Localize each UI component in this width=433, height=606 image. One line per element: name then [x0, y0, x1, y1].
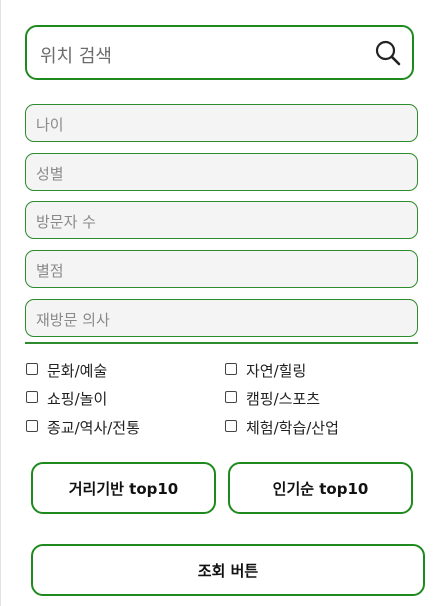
category-label: 문화/예술	[47, 362, 108, 380]
gender-field-placeholder: 성별	[36, 165, 64, 183]
rating-field[interactable]: 별점	[25, 250, 418, 288]
revisit-intent-field[interactable]: 재방문 의사	[25, 299, 418, 337]
category-label: 자연/힐링	[246, 362, 307, 380]
checkbox-icon[interactable]	[225, 420, 237, 432]
category-label: 체험/학습/산업	[246, 419, 339, 437]
popular-top10-button[interactable]: 인기순 top10	[228, 462, 413, 514]
category-label: 쇼핑/놀이	[47, 390, 108, 408]
search-placeholder: 위치 검색	[40, 46, 112, 67]
frame-border	[0, 0, 1, 606]
age-field-placeholder: 나이	[36, 116, 64, 134]
checkbox-icon[interactable]	[225, 391, 237, 403]
revisit-intent-field-placeholder: 재방문 의사	[36, 311, 110, 329]
visitor-count-field[interactable]: 방문자 수	[25, 201, 418, 239]
rating-field-placeholder: 별점	[36, 262, 64, 280]
visitor-count-field-placeholder: 방문자 수	[36, 213, 96, 231]
category-label: 캠핑/스포츠	[246, 390, 321, 408]
section-divider	[25, 342, 418, 344]
distance-top10-button[interactable]: 거리기반 top10	[31, 462, 216, 514]
checkbox-icon[interactable]	[26, 420, 38, 432]
query-button[interactable]: 조회 버튼	[31, 544, 425, 596]
age-field[interactable]: 나이	[25, 104, 418, 142]
checkbox-icon[interactable]	[26, 363, 38, 375]
checkbox-icon[interactable]	[26, 391, 38, 403]
checkbox-icon[interactable]	[225, 363, 237, 375]
location-search-input[interactable]: 위치 검색	[25, 25, 414, 80]
search-icon[interactable]	[374, 39, 402, 67]
gender-field[interactable]: 성별	[25, 153, 418, 191]
category-label: 종교/역사/전통	[47, 419, 140, 437]
